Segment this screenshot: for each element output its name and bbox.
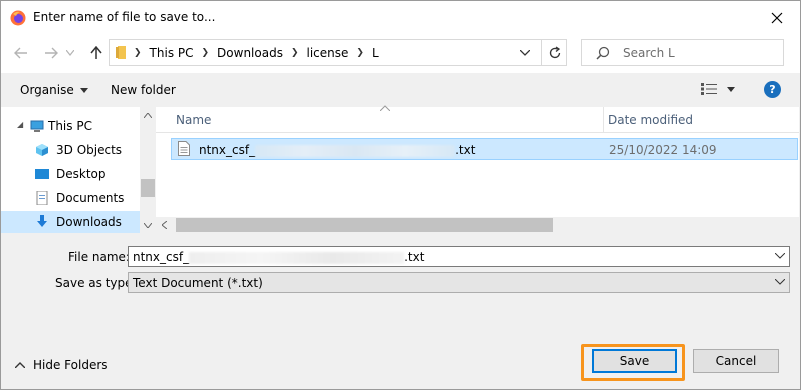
breadcrumb-this-pc[interactable]: This PC	[150, 46, 194, 60]
refresh-icon	[549, 45, 561, 58]
file-name-value[interactable]: ntnx_csf_ .txt	[133, 250, 424, 264]
search-icon	[596, 46, 610, 60]
navigation-bar: ❯ This PC ❯ Downloads ❯ license ❯ L Sear…	[1, 35, 800, 73]
organise-button[interactable]: Organise	[20, 83, 88, 97]
chevron-down-icon[interactable]	[775, 253, 785, 259]
sidebar-item-label: 3D Objects	[56, 143, 123, 157]
computer-icon	[30, 120, 44, 132]
new-folder-label: New folder	[111, 83, 176, 97]
caret-down-icon	[79, 87, 88, 93]
chevron-up-icon	[15, 362, 25, 368]
breadcrumb-downloads[interactable]: Downloads	[217, 46, 283, 60]
save-as-type-value: Text Document (*.txt)	[133, 276, 263, 290]
forward-button[interactable]	[43, 45, 59, 61]
file-name-suffix: .txt	[455, 143, 476, 157]
file-name: ntnx_csf_ .txt	[199, 143, 475, 157]
column-divider[interactable]	[603, 107, 604, 132]
folder-icon	[116, 46, 126, 59]
redacted-text	[189, 251, 405, 264]
file-list: Name Date modified ntnx_csf_ .txt 25/10/2…	[156, 105, 799, 233]
search-input[interactable]: Search L	[623, 46, 675, 60]
sidebar-item-3d-objects[interactable]: 3D Objects	[1, 139, 140, 161]
chevron-right-icon: ❯	[134, 48, 142, 58]
hide-folders-label: Hide Folders	[33, 358, 108, 372]
dialog-title: Enter name of file to save to...	[33, 10, 216, 24]
column-header-name[interactable]: Name	[176, 113, 211, 127]
search-box[interactable]: Search L	[581, 39, 784, 66]
chevron-right-icon[interactable]: ❯	[291, 48, 299, 58]
sidebar-item-label: Documents	[56, 191, 125, 205]
sidebar-item-label: This PC	[48, 119, 92, 133]
address-bar[interactable]: ❯ This PC ❯ Downloads ❯ license ❯ L	[109, 39, 567, 66]
cube-icon	[36, 144, 48, 156]
table-row[interactable]: ntnx_csf_ .txt 25/10/2022 14:09	[171, 138, 798, 160]
save-dialog: Enter name of file to save to... ❯ This …	[0, 0, 801, 390]
cancel-button[interactable]: Cancel	[693, 349, 779, 373]
file-date-modified: 25/10/2022 14:09	[609, 143, 717, 157]
chevron-down-icon[interactable]: ◢	[17, 120, 23, 129]
file-name-value-prefix: ntnx_csf_	[133, 250, 190, 264]
file-name-field[interactable]: ntnx_csf_ .txt	[128, 246, 790, 267]
back-button[interactable]	[13, 45, 29, 61]
sidebar-item-this-pc[interactable]: ◢ This PC	[1, 115, 140, 137]
change-view-button[interactable]	[701, 83, 735, 95]
arrow-left-icon	[14, 47, 27, 59]
scroll-down-icon[interactable]	[144, 223, 152, 228]
file-name-value-suffix: .txt	[404, 250, 425, 264]
sidebar-scrollbar[interactable]	[140, 107, 156, 233]
arrow-right-icon	[45, 47, 58, 59]
desktop-icon	[35, 169, 49, 179]
help-button[interactable]: ?	[764, 81, 781, 98]
organise-label: Organise	[20, 83, 74, 97]
sidebar-item-downloads[interactable]: Downloads	[1, 211, 140, 233]
sidebar-item-documents[interactable]: Documents	[1, 187, 140, 209]
navigation-pane: ◢ This PC 3D Objects Desktop Documents D…	[1, 107, 156, 233]
column-header-date-modified[interactable]: Date modified	[608, 113, 693, 127]
firefox-icon	[10, 10, 26, 26]
horizontal-scroll-thumb[interactable]	[176, 218, 553, 232]
address-dropdown-button[interactable]	[517, 45, 533, 61]
text-file-icon	[178, 141, 190, 156]
breadcrumb: ❯ This PC ❯ Downloads ❯ license ❯ L	[134, 46, 379, 60]
chevron-right-icon[interactable]: ❯	[356, 48, 364, 58]
scroll-up-icon[interactable]	[144, 113, 152, 118]
close-icon	[771, 12, 783, 24]
scroll-left-icon[interactable]	[162, 221, 167, 229]
breadcrumb-license[interactable]: license	[307, 46, 349, 60]
save-as-type-select[interactable]: Text Document (*.txt)	[128, 272, 790, 293]
chevron-right-icon[interactable]: ❯	[202, 48, 210, 58]
column-header-row: Name Date modified	[156, 105, 799, 133]
new-folder-button[interactable]: New folder	[111, 83, 176, 97]
up-button[interactable]	[88, 45, 104, 61]
sidebar-item-label: Downloads	[56, 215, 122, 229]
caret-down-icon	[727, 86, 735, 92]
document-icon	[36, 191, 48, 205]
breadcrumb-l[interactable]: L	[372, 46, 379, 60]
arrow-up-icon	[90, 46, 102, 59]
sidebar-scroll-thumb[interactable]	[141, 179, 155, 197]
close-button[interactable]	[754, 1, 800, 35]
file-name-label: File name:	[68, 250, 130, 264]
file-list-horizontal-scrollbar[interactable]	[156, 217, 799, 233]
save-button[interactable]: Save	[592, 349, 677, 373]
redacted-text	[255, 144, 456, 157]
title-bar: Enter name of file to save to...	[1, 1, 800, 35]
download-icon	[37, 215, 47, 227]
sidebar-item-desktop[interactable]: Desktop	[1, 163, 140, 185]
recent-locations-button[interactable]	[64, 45, 76, 61]
hide-folders-button[interactable]: Hide Folders	[15, 358, 108, 372]
command-toolbar: Organise New folder ?	[1, 73, 800, 107]
chevron-down-icon	[66, 50, 74, 56]
sidebar-item-label: Desktop	[56, 167, 106, 181]
chevron-down-icon	[775, 279, 785, 285]
refresh-button[interactable]	[541, 40, 568, 65]
file-name-prefix: ntnx_csf_	[199, 143, 256, 157]
chevron-down-icon	[520, 50, 530, 56]
details-view-icon	[701, 83, 717, 95]
save-as-type-label: Save as type:	[55, 276, 137, 290]
sort-ascending-icon	[380, 105, 390, 111]
